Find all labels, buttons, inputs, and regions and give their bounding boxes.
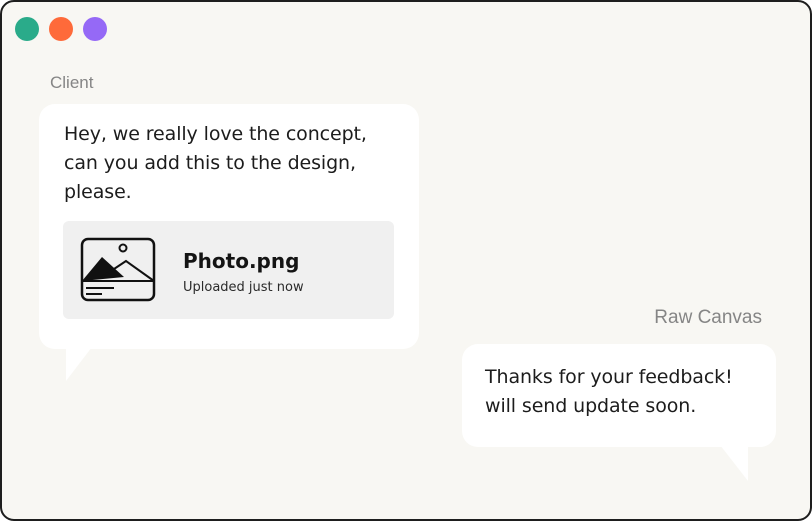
reply-message-bubble: Thanks for your feedback! will send upda…: [462, 344, 776, 481]
client-sender-label: Client: [50, 73, 94, 92]
reply-bubble-tail: [720, 445, 748, 481]
window-control-orange[interactable]: [49, 17, 73, 41]
client-message-line: can you add this to the design,: [64, 152, 356, 174]
app-window: Client Hey, we really love the concept, …: [0, 0, 812, 521]
client-message-text: Hey, we really love the concept, can you…: [64, 120, 409, 207]
image-icon: [80, 237, 156, 302]
attachment-filename: Photo.png: [183, 249, 300, 273]
window-control-green[interactable]: [15, 17, 39, 41]
attachment-status: Uploaded just now: [183, 280, 304, 295]
reply-message-line: will send update soon.: [485, 395, 697, 417]
client-message-bubble: Hey, we really love the concept, can you…: [39, 104, 419, 381]
client-message-line: please.: [64, 181, 132, 203]
attachment-card[interactable]: Photo.png Uploaded just now: [63, 221, 394, 319]
window-control-purple[interactable]: [83, 17, 107, 41]
reply-sender-label: Raw Canvas: [654, 307, 762, 328]
reply-message-text: Thanks for your feedback! will send upda…: [485, 363, 775, 421]
client-bubble-tail: [66, 347, 92, 381]
client-message-line: Hey, we really love the concept,: [64, 123, 367, 145]
reply-message-line: Thanks for your feedback!: [485, 366, 733, 388]
